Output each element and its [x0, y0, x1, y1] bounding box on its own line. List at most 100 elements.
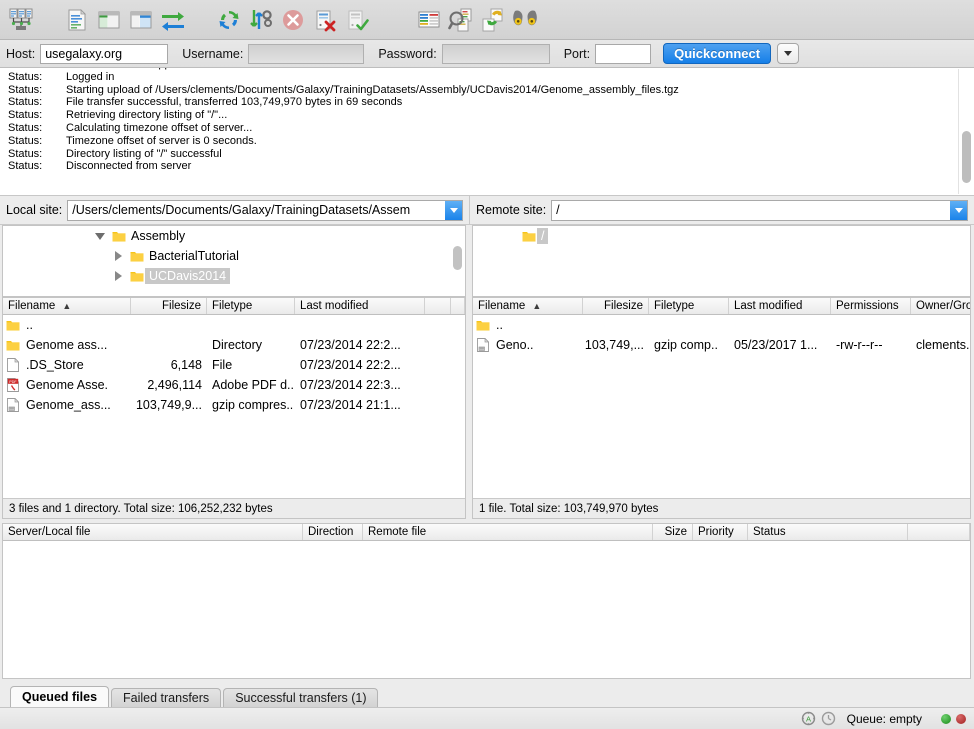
disconnect-icon[interactable] [310, 4, 340, 36]
local-tree-scrollbar[interactable] [451, 228, 464, 294]
local-site-dropdown-button[interactable] [445, 200, 462, 220]
log-entry-message: Disconnected from server [66, 160, 192, 173]
file-row[interactable]: Genome ass... Directory 07/23/2014 22:2... [3, 335, 465, 355]
log-entry: Status: File transfer successful, transfe… [4, 96, 970, 109]
file-row[interactable]: PDF Genome Asse. 2,496,114 Adobe PDF d... 07… [3, 375, 465, 395]
file-filetype-cell: Directory [212, 338, 263, 352]
tree-item-label[interactable]: Assembly [127, 228, 189, 244]
remote-site-combo[interactable]: / [551, 199, 968, 221]
tree-item[interactable]: Assembly [3, 226, 465, 246]
queue-column-header[interactable]: Status [748, 524, 908, 540]
log-entry-key: Status: [8, 134, 43, 147]
queue-column-header[interactable]: Priority [693, 524, 748, 540]
local-site-value[interactable]: /Users/clements/Documents/Galaxy/Trainin… [68, 201, 445, 220]
file-name-cell: Genome ass... [3, 338, 131, 352]
column-header[interactable]: Filetype [649, 298, 729, 314]
log-entry-message: Directory listing of "/" successful [66, 147, 222, 160]
transfer-queue-body[interactable] [3, 541, 970, 678]
chevron-right-icon[interactable] [109, 251, 127, 261]
tree-item[interactable]: UCDavis2014 [3, 266, 465, 286]
site-manager-icon[interactable] [6, 4, 36, 36]
remote-file-list[interactable]: Filename ▲ Filesize Filetype Last modified Pe… [472, 297, 971, 519]
host-input[interactable] [40, 43, 169, 64]
message-log[interactable]: Status:Server does not support non-ASCII… [0, 68, 974, 196]
tab-successful-transfers-1[interactable]: Successful transfers (1) [223, 688, 379, 707]
led-red-icon [956, 713, 966, 724]
remote-file-list-body[interactable]: .. Geno.. 103,749,... gzip comp.. 05/23/2017… [473, 315, 970, 498]
file-row[interactable]: .DS_Store 6,148 File 07/23/2014 22:2... [3, 355, 465, 375]
toggle-transfer-queue-icon[interactable] [158, 4, 188, 36]
column-header[interactable]: Filename ▲ [3, 298, 131, 314]
password-input[interactable] [441, 43, 550, 64]
toggle-local-tree-icon[interactable] [94, 4, 124, 36]
cancel-operation-icon[interactable] [278, 4, 308, 36]
filter-icon[interactable] [414, 4, 444, 36]
toggle-remote-tree-icon[interactable] [126, 4, 156, 36]
tree-item-label[interactable]: UCDavis2014 [145, 268, 231, 284]
remote-site-value[interactable]: / [552, 201, 950, 220]
column-header-label: Last modified [734, 300, 803, 312]
security-icon[interactable]: A [799, 711, 819, 726]
column-header[interactable]: Filesize [131, 298, 207, 314]
queue-column-header[interactable]: Server/Local file [3, 524, 303, 540]
file-row[interactable]: Geno.. 103,749,... gzip comp.. 05/23/2017 1… [473, 335, 970, 355]
local-file-list[interactable]: Filename ▲ Filesize Filetype Last modified .… [2, 297, 466, 519]
file-filetype-cell: File [212, 358, 233, 372]
local-directory-tree[interactable]: Assembly BacterialTutorial UCDavis2014 [2, 225, 466, 297]
reconnect-icon[interactable] [342, 4, 372, 36]
tree-item[interactable]: BacterialTutorial [3, 246, 465, 266]
local-status-text: 3 files and 1 directory. Total size: 106… [3, 498, 465, 518]
queue-column-header[interactable]: Size [653, 524, 693, 540]
file-filesize-cell: 103,749,9... [135, 398, 202, 412]
remote-site-dropdown-button[interactable] [950, 200, 967, 220]
tab-queued-files[interactable]: Queued files [10, 686, 110, 707]
tab-failed-transfers[interactable]: Failed transfers [111, 688, 222, 707]
queue-column-header[interactable]: Direction [303, 524, 363, 540]
column-header[interactable]: Last modified [729, 298, 831, 314]
file-modified-cell: 07/23/2014 22:2... [300, 338, 401, 352]
synchronized-browsing-icon[interactable] [478, 4, 508, 36]
column-header[interactable]: Last modified [295, 298, 425, 314]
column-header-label: Owner/Group [916, 300, 970, 312]
local-tree-scroll-thumb[interactable] [453, 246, 462, 270]
chevron-right-icon[interactable] [109, 271, 127, 281]
chevron-down-icon [449, 207, 458, 213]
host-label: Host: [6, 46, 36, 61]
speed-limit-icon[interactable] [819, 711, 839, 726]
transfer-queue-pane[interactable]: Server/Local file Direction Remote file Siz… [2, 523, 971, 679]
toolbar-separator-4 [398, 4, 414, 36]
local-file-list-body[interactable]: .. Genome ass... Directory 07/23/2014 22:2.… [3, 315, 465, 498]
tree-item-label[interactable]: / [537, 228, 549, 244]
queue-column-header[interactable]: Remote file [363, 524, 653, 540]
refresh-icon[interactable] [214, 4, 244, 36]
chevron-down-icon[interactable] [91, 232, 109, 240]
column-header[interactable] [425, 298, 451, 314]
tree-item[interactable]: / [473, 226, 970, 246]
folder-icon [473, 319, 491, 331]
message-log-scrollbar[interactable] [958, 69, 973, 194]
column-header[interactable]: Filetype [207, 298, 295, 314]
quickconnect-button[interactable]: Quickconnect [663, 43, 772, 64]
message-log-scroll-thumb[interactable] [962, 131, 971, 183]
username-input[interactable] [248, 43, 365, 64]
remote-file-list-header[interactable]: Filename ▲ Filesize Filetype Last modified Pe… [473, 298, 970, 315]
quickconnect-history-dropdown[interactable] [777, 43, 800, 64]
tree-item-label[interactable]: BacterialTutorial [145, 248, 243, 264]
local-site-section: Local site: /Users/clements/Documents/Ga… [0, 196, 470, 224]
transfer-queue-header[interactable]: Server/Local file Direction Remote file Siz… [3, 524, 970, 541]
column-header[interactable]: Owner/Group [911, 298, 970, 314]
column-header[interactable]: Filesize [583, 298, 649, 314]
column-header[interactable]: Permissions [831, 298, 911, 314]
file-row[interactable]: Genome_ass... 103,749,9... gzip compres.. 0… [3, 395, 465, 415]
find-files-icon[interactable] [510, 4, 540, 36]
local-file-list-header[interactable]: Filename ▲ Filesize Filetype Last modified [3, 298, 465, 315]
column-header[interactable]: Filename ▲ [473, 298, 583, 314]
remote-directory-tree[interactable]: / [472, 225, 971, 297]
file-row[interactable]: .. [473, 315, 970, 335]
process-queue-icon[interactable] [246, 4, 276, 36]
compare-directories-icon[interactable] [446, 4, 476, 36]
local-site-combo[interactable]: /Users/clements/Documents/Galaxy/Trainin… [67, 199, 463, 221]
port-input[interactable] [595, 43, 652, 64]
file-row[interactable]: .. [3, 315, 465, 335]
toggle-message-log-icon[interactable] [62, 4, 92, 36]
